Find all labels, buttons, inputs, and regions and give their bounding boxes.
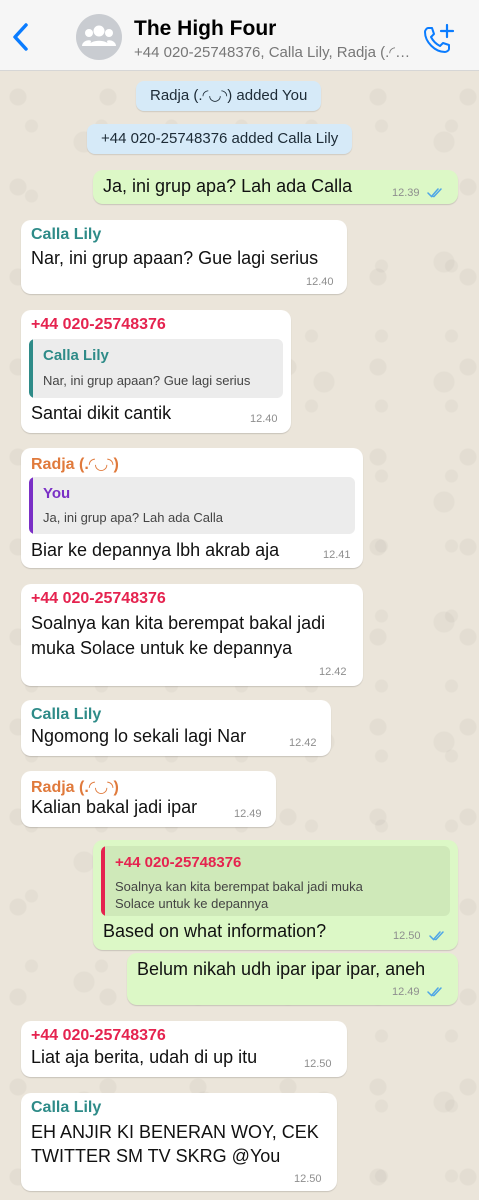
system-notice-added-calla: +44 020-25748376 added Calla Lily <box>87 124 353 154</box>
message-time: 12.40 <box>250 413 278 425</box>
quoted-message[interactable]: You Ja, ini grup apa? Lah ada Calla <box>29 477 355 534</box>
message-outgoing[interactable]: Belum nikah udh ipar ipar ipar, aneh 12.… <box>127 953 458 1005</box>
quote-text: Ja, ini grup apa? Lah ada Calla <box>43 510 223 525</box>
chevron-left-icon <box>13 23 28 51</box>
message-incoming-reply[interactable]: Radja (.◜◡◝) You Ja, ini grup apa? Lah a… <box>21 448 363 568</box>
message-text: Ja, ini grup apa? Lah ada Calla <box>103 176 353 196</box>
read-ticks-icon <box>427 188 442 198</box>
message-time: 12.40 <box>306 276 334 288</box>
quote-text-line: Solace untuk ke depannya <box>115 896 269 911</box>
message-sender: Radja (.◜◡◝) <box>31 456 119 473</box>
message-text: Ngomong lo sekali lagi Nar <box>31 726 247 746</box>
message-time: 12.39 <box>392 187 420 199</box>
message-text: Nar, ini grup apaan? Gue lagi serius <box>31 248 319 268</box>
message-time: 12.50 <box>294 1173 322 1185</box>
message-sender: Calla Lily <box>31 706 102 723</box>
message-incoming[interactable]: Calla Lily Ngomong lo sekali lagi Nar 12… <box>21 700 331 756</box>
back-button[interactable] <box>6 20 36 54</box>
message-outgoing-reply[interactable]: +44 020-25748376 Soalnya kan kita beremp… <box>93 840 458 950</box>
message-outgoing[interactable]: Ja, ini grup apa? Lah ada Calla 12.39 <box>93 170 458 204</box>
quote-text-line: Soalnya kan kita berempat bakal jadi muk… <box>115 879 363 894</box>
phone-plus-icon <box>424 23 455 53</box>
message-time: 12.42 <box>319 666 347 678</box>
read-ticks-icon <box>427 987 442 997</box>
message-text: Based on what information? <box>103 921 327 941</box>
message-text: Liat aja berita, udah di up itu <box>31 1047 258 1067</box>
message-time: 12.50 <box>393 930 421 942</box>
chat-header: The High Four +44 020-25748376, Calla Li… <box>0 0 479 71</box>
message-time: 12.50 <box>304 1058 332 1070</box>
message-sender: Radja (.◜◡◝) <box>31 779 119 796</box>
read-ticks-icon <box>429 931 444 941</box>
quoted-message[interactable]: Calla Lily Nar, ini grup apaan? Gue lagi… <box>29 339 283 398</box>
message-incoming[interactable]: Calla Lily EH ANJIR KI BENERAN WOY, CEK … <box>21 1093 337 1191</box>
quote-bar <box>101 846 105 916</box>
message-incoming[interactable]: +44 020-25748376 Soalnya kan kita beremp… <box>21 584 363 686</box>
message-text: Biar ke depannya lbh akrab aja <box>31 540 280 560</box>
message-incoming[interactable]: +44 020-25748376 Liat aja berita, udah d… <box>21 1021 347 1077</box>
message-time: 12.49 <box>234 808 262 820</box>
message-incoming-reply[interactable]: +44 020-25748376 Calla Lily Nar, ini gru… <box>21 310 291 433</box>
message-text-line: EH ANJIR KI BENERAN WOY, CEK <box>31 1122 319 1142</box>
group-icon <box>82 25 116 46</box>
message-text-line: Soalnya kan kita berempat bakal jadi <box>31 613 326 633</box>
chat-participants[interactable]: +44 020-25748376, Calla Lily, Radja (.◜◡… <box>134 43 416 61</box>
message-text: Belum nikah udh ipar ipar ipar, aneh <box>137 959 426 979</box>
message-sender: +44 020-25748376 <box>31 590 166 607</box>
quote-bar <box>29 477 33 534</box>
message-time: 12.41 <box>323 549 351 561</box>
quote-sender: +44 020-25748376 <box>115 854 242 871</box>
quote-sender: You <box>43 485 71 502</box>
message-sender: +44 020-25748376 <box>31 1027 166 1044</box>
quoted-message[interactable]: +44 020-25748376 Soalnya kan kita beremp… <box>101 846 450 916</box>
chat-title[interactable]: The High Four <box>134 17 276 41</box>
message-text-line: muka Solace untuk ke depannya <box>31 638 293 658</box>
message-text-line: TWITTER SM TV SKRG @You <box>31 1146 281 1166</box>
message-time: 12.49 <box>392 986 420 998</box>
message-sender: Calla Lily <box>31 1099 102 1116</box>
quote-sender: Calla Lily <box>43 347 109 364</box>
message-text: Kalian bakal jadi ipar <box>31 797 198 817</box>
quote-text: Nar, ini grup apaan? Gue lagi serius <box>43 373 251 388</box>
quote-bar <box>29 339 33 398</box>
add-call-button[interactable] <box>422 22 456 56</box>
message-text: Santai dikit cantik <box>31 403 172 423</box>
message-time: 12.42 <box>289 737 317 749</box>
group-avatar[interactable] <box>76 14 122 60</box>
system-notice-added-you: Radja (.◜◡◝) added You <box>136 81 322 111</box>
message-sender: Calla Lily <box>31 226 102 243</box>
message-sender: +44 020-25748376 <box>31 316 166 333</box>
message-incoming[interactable]: Radja (.◜◡◝) Kalian bakal jadi ipar 12.4… <box>21 771 276 827</box>
message-incoming[interactable]: Calla Lily Nar, ini grup apaan? Gue lagi… <box>21 220 347 294</box>
